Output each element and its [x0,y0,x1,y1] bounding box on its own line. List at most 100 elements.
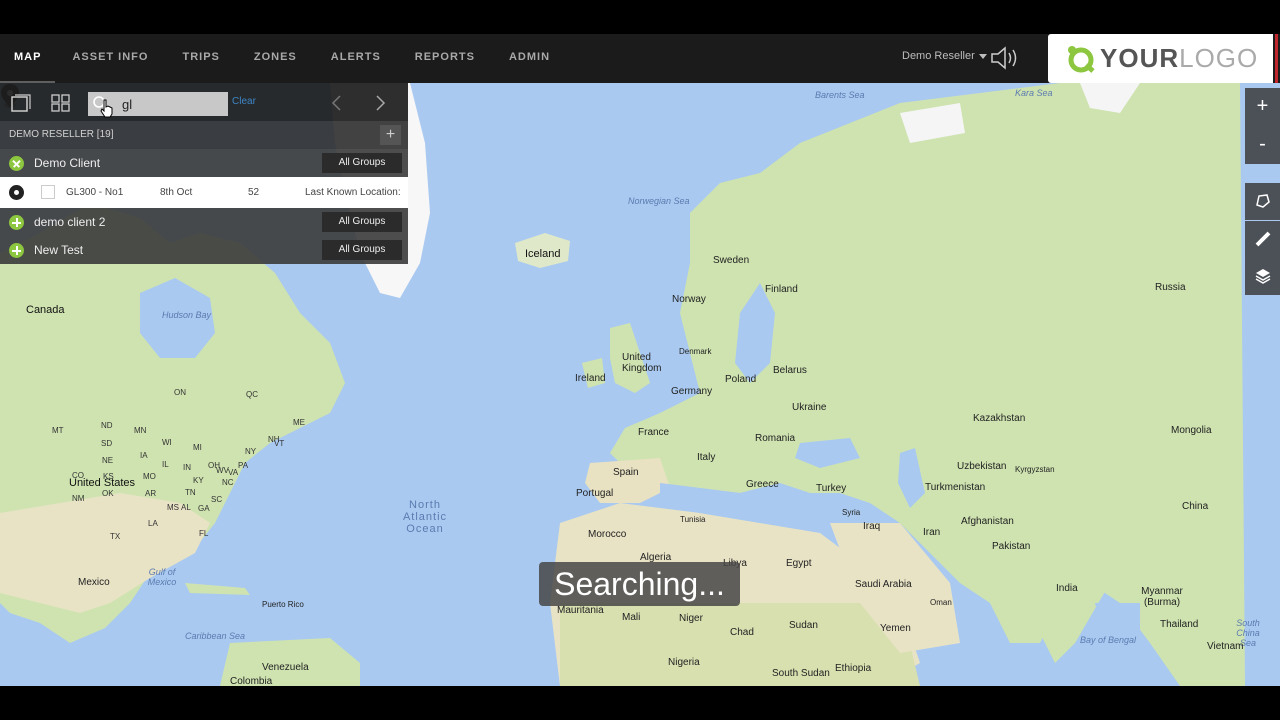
map-label-state: LA [148,519,158,528]
chevron-right-icon[interactable] [373,95,387,111]
zoom-in-button[interactable]: + [1245,88,1280,126]
hand-cursor-icon [100,99,113,118]
map-label-barents-sea: Barents Sea [815,90,865,100]
map-label-state: SD [101,439,113,448]
chevron-down-icon [978,53,987,59]
expand-icon[interactable] [9,215,24,230]
map-label-france: France [638,427,670,438]
map-label-state: VA [228,468,239,477]
client-name: New Test [34,243,84,257]
map-label-caribbean-sea: Caribbean Sea [185,631,246,641]
map-label-state: MI [193,443,202,452]
device-row[interactable]: GL300 - No1 8th Oct 52 Last Known Locati… [0,177,408,208]
map-label-india: India [1056,583,1078,594]
map-label-nigeria: Nigeria [668,657,700,668]
map-label-state: MS [167,503,179,512]
map-label-chad: Chad [730,627,754,638]
collapse-icon[interactable] [5,152,28,175]
draw-zone-tool-button[interactable] [1245,183,1280,220]
map-label-iraq: Iraq [863,521,881,532]
map-label-yemen: Yemen [880,623,911,634]
map-label-state: MN [134,426,147,435]
grid-view-icon[interactable] [51,94,71,112]
map-label-state: NY [245,447,257,456]
map-label-state: KY [193,476,204,485]
map-label-belarus: Belarus [773,365,807,376]
map-label-state: ON [174,388,186,397]
map-label-state: NM [72,494,85,503]
map-label-canada: Canada [26,304,65,316]
reseller-dropdown[interactable]: Demo Reseller [902,50,987,62]
map-label-state: VT [274,439,285,448]
map-label-bay-of-bengal: Bay of Bengal [1080,635,1137,645]
map-label-kyrgyzstan: Kyrgyzstan [1015,465,1055,474]
device-name: GL300 - No1 [66,187,124,198]
logo-mark-icon [1068,45,1095,73]
map-label-turkmenistan: Turkmenistan [925,482,986,493]
map-label-state: NE [102,456,114,465]
client-row-new-test[interactable]: New Test All Groups [0,236,408,264]
zoom-out-button[interactable]: - [1245,126,1280,164]
measure-tool-button[interactable] [1245,221,1280,258]
clear-search-link[interactable]: Clear [232,96,256,107]
client-row-demo-client[interactable]: Demo Client All Groups [0,149,408,177]
nav-admin[interactable]: ADMIN [492,34,567,83]
expand-icon[interactable] [9,243,24,258]
layers-tool-button[interactable] [1245,258,1280,295]
nav-zones[interactable]: ZONES [237,34,314,83]
nav-alerts[interactable]: ALERTS [314,34,398,83]
client-name: Demo Client [34,156,101,170]
map-label-state: IA [140,451,148,460]
map-label-ukraine: Ukraine [792,402,827,413]
map-label-egypt: Egypt [786,558,812,569]
map-label-state: MO [143,472,156,481]
map-label-puerto-rico: Puerto Rico [262,600,304,609]
map-label-niger: Niger [679,613,703,624]
map-label-state: AR [145,489,157,498]
chevron-left-icon[interactable] [330,95,344,111]
map-label-mali: Mali [622,612,641,623]
device-date: 8th Oct [160,187,193,198]
map-label-spain: Spain [613,467,639,478]
map-label-ethiopia: Ethiopia [835,663,872,674]
nav-reports[interactable]: REPORTS [398,34,492,83]
device-select-radio[interactable] [9,185,24,200]
logo-accent-line [1275,34,1278,83]
map-label-state: MT [52,426,64,435]
device-checkbox[interactable] [41,185,55,199]
nav-trips[interactable]: TRIPS [165,34,236,83]
map-label-united-kingdom: United Kingdom [622,352,662,374]
map-label-greece: Greece [746,479,779,490]
map-label-state: FL [199,529,209,538]
reseller-title: DEMO RESELLER [19] [9,129,114,140]
map-label-colombia: Colombia [230,676,273,686]
all-groups-button[interactable]: All Groups [322,240,402,260]
all-groups-button[interactable]: All Groups [322,153,402,173]
map-label-state: IL [162,460,169,469]
map-label-morocco: Morocco [588,529,627,540]
map-label-turkey: Turkey [816,483,847,494]
map-label-state: IN [183,463,191,472]
client-row-demo-client-2[interactable]: demo client 2 All Groups [0,208,408,236]
map-label-germany: Germany [671,386,713,397]
brand-logo: YOURLOGO [1048,34,1273,83]
map-label-kazakhstan: Kazakhstan [973,413,1026,424]
map-label-vietnam: Vietnam [1207,641,1244,652]
map-label-myanmar: Myanmar (Burma) [1141,586,1183,608]
add-client-button[interactable]: + [380,125,401,145]
map-label-pakistan: Pakistan [992,541,1031,552]
polygon-draw-icon [1256,194,1270,208]
nav-asset-info[interactable]: ASSET INFO [55,34,165,83]
map-label-state: WV [216,466,229,475]
all-groups-button[interactable]: All Groups [322,212,402,232]
speaker-icon[interactable] [990,46,1022,70]
map-label-sudan: Sudan [789,620,818,631]
map-label-state: OK [102,489,114,498]
map-label-state: KS [103,472,114,481]
single-view-icon[interactable] [11,94,31,112]
nav-map[interactable]: MAP [0,34,56,83]
map-label-uzbekistan: Uzbekistan [957,461,1007,472]
asset-panel: Clear DEMO RESELLER [19] + Demo Client A… [0,83,408,265]
map-label-state: TX [110,532,121,541]
map-label-iceland: Iceland [525,248,561,260]
